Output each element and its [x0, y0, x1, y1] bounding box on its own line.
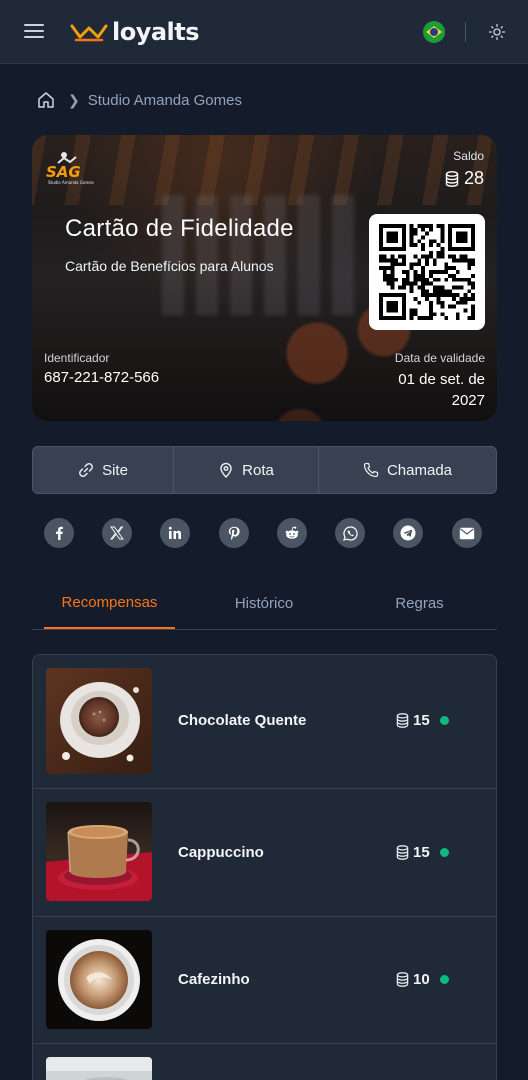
linkedin-icon[interactable]	[160, 518, 190, 548]
reward-item[interactable]: Chocolate Quente 15	[33, 655, 496, 789]
reward-cost-value: 15	[413, 844, 430, 861]
loyalty-card: SAG Studio Amanda Gomes Saldo 28 Cartão …	[32, 135, 497, 421]
coins-icon	[396, 972, 409, 987]
balance-value: 28	[445, 168, 484, 189]
route-button[interactable]: Rota	[173, 447, 318, 493]
balance-number: 28	[463, 168, 484, 188]
email-icon[interactable]	[452, 518, 482, 548]
brand-name: loyalts	[112, 18, 200, 46]
tab-rewards[interactable]: Recompensas	[44, 578, 175, 629]
studio-logo: SAG Studio Amanda Gomes	[46, 152, 94, 185]
reward-image	[46, 1057, 152, 1080]
reward-cost: 15	[396, 712, 449, 729]
reward-image-cappuccino	[46, 802, 152, 901]
balance-label: Saldo	[453, 149, 484, 163]
identifier-label: Identificador	[44, 351, 110, 365]
whatsapp-icon[interactable]	[335, 518, 365, 548]
studio-logo-subtext: Studio Amanda Gomes	[48, 180, 94, 185]
brand-logo[interactable]: loyalts	[70, 18, 200, 46]
sun-icon[interactable]	[488, 23, 506, 41]
link-icon	[79, 463, 94, 477]
tab-history[interactable]: Histórico	[200, 578, 328, 629]
coins-icon	[396, 845, 409, 860]
call-button-label: Chamada	[386, 461, 453, 479]
qr-code[interactable]	[369, 214, 485, 330]
availability-dot	[439, 975, 449, 984]
expiry-value: 01 de set. de 2027	[398, 371, 485, 409]
x-twitter-icon[interactable]	[102, 518, 132, 548]
home-icon[interactable]	[36, 90, 56, 110]
rewards-list: Chocolate Quente 15 Cappuccino 15 Cafezi…	[32, 654, 497, 1080]
chevron-right-icon: ❯	[68, 91, 80, 108]
reward-name: Cappuccino	[178, 844, 264, 861]
telegram-icon[interactable]	[393, 518, 423, 548]
reward-cost-value: 15	[413, 712, 430, 729]
top-navbar: loyalts	[0, 0, 528, 64]
reddit-icon[interactable]	[277, 518, 307, 548]
tab-bar: Recompensas Histórico Regras	[32, 578, 497, 630]
tab-rules[interactable]: Regras	[352, 578, 487, 629]
language-flag-brazil[interactable]	[423, 21, 445, 43]
site-button[interactable]: Site	[33, 447, 173, 493]
breadcrumb: ❯ Studio Amanda Gomes	[36, 88, 242, 112]
reward-image-hot-chocolate	[46, 668, 152, 774]
phone-icon	[363, 462, 379, 478]
social-share-row	[44, 518, 484, 548]
card-title: Cartão de Fidelidade	[65, 215, 294, 242]
breadcrumb-current: Studio Amanda Gomes	[87, 91, 242, 109]
reward-item[interactable]	[33, 1044, 496, 1080]
reward-item[interactable]: Cafezinho 10	[33, 917, 496, 1044]
reward-cost-value: 10	[413, 971, 430, 988]
identifier-value: 687-221-872-566	[44, 369, 160, 386]
divider	[465, 22, 466, 42]
coins-icon	[396, 713, 409, 728]
call-button[interactable]: Chamada	[318, 447, 496, 493]
pinterest-icon[interactable]	[219, 518, 249, 548]
map-pin-icon	[220, 462, 232, 478]
reward-cost: 15	[396, 844, 449, 861]
reward-cost: 10	[396, 971, 449, 988]
crown-icon	[70, 24, 108, 42]
availability-dot	[439, 716, 449, 725]
availability-dot	[439, 848, 449, 857]
studio-logo-text: SAG	[46, 163, 81, 181]
reward-item[interactable]: Cappuccino 15	[33, 789, 496, 917]
route-button-label: Rota	[242, 461, 274, 479]
qr-code-image	[379, 224, 475, 320]
site-button-label: Site	[102, 461, 128, 479]
reward-name: Chocolate Quente	[178, 712, 307, 729]
reward-image-coffee	[46, 930, 152, 1029]
card-subtitle: Cartão de Benefícios para Alunos	[65, 258, 274, 274]
hamburger-menu-icon[interactable]	[24, 24, 44, 40]
facebook-icon[interactable]	[44, 518, 74, 548]
reward-name: Cafezinho	[178, 971, 250, 988]
coins-icon	[445, 170, 459, 187]
action-button-group: Site Rota Chamada	[32, 446, 497, 494]
expiry-label: Data de validade	[394, 351, 485, 365]
